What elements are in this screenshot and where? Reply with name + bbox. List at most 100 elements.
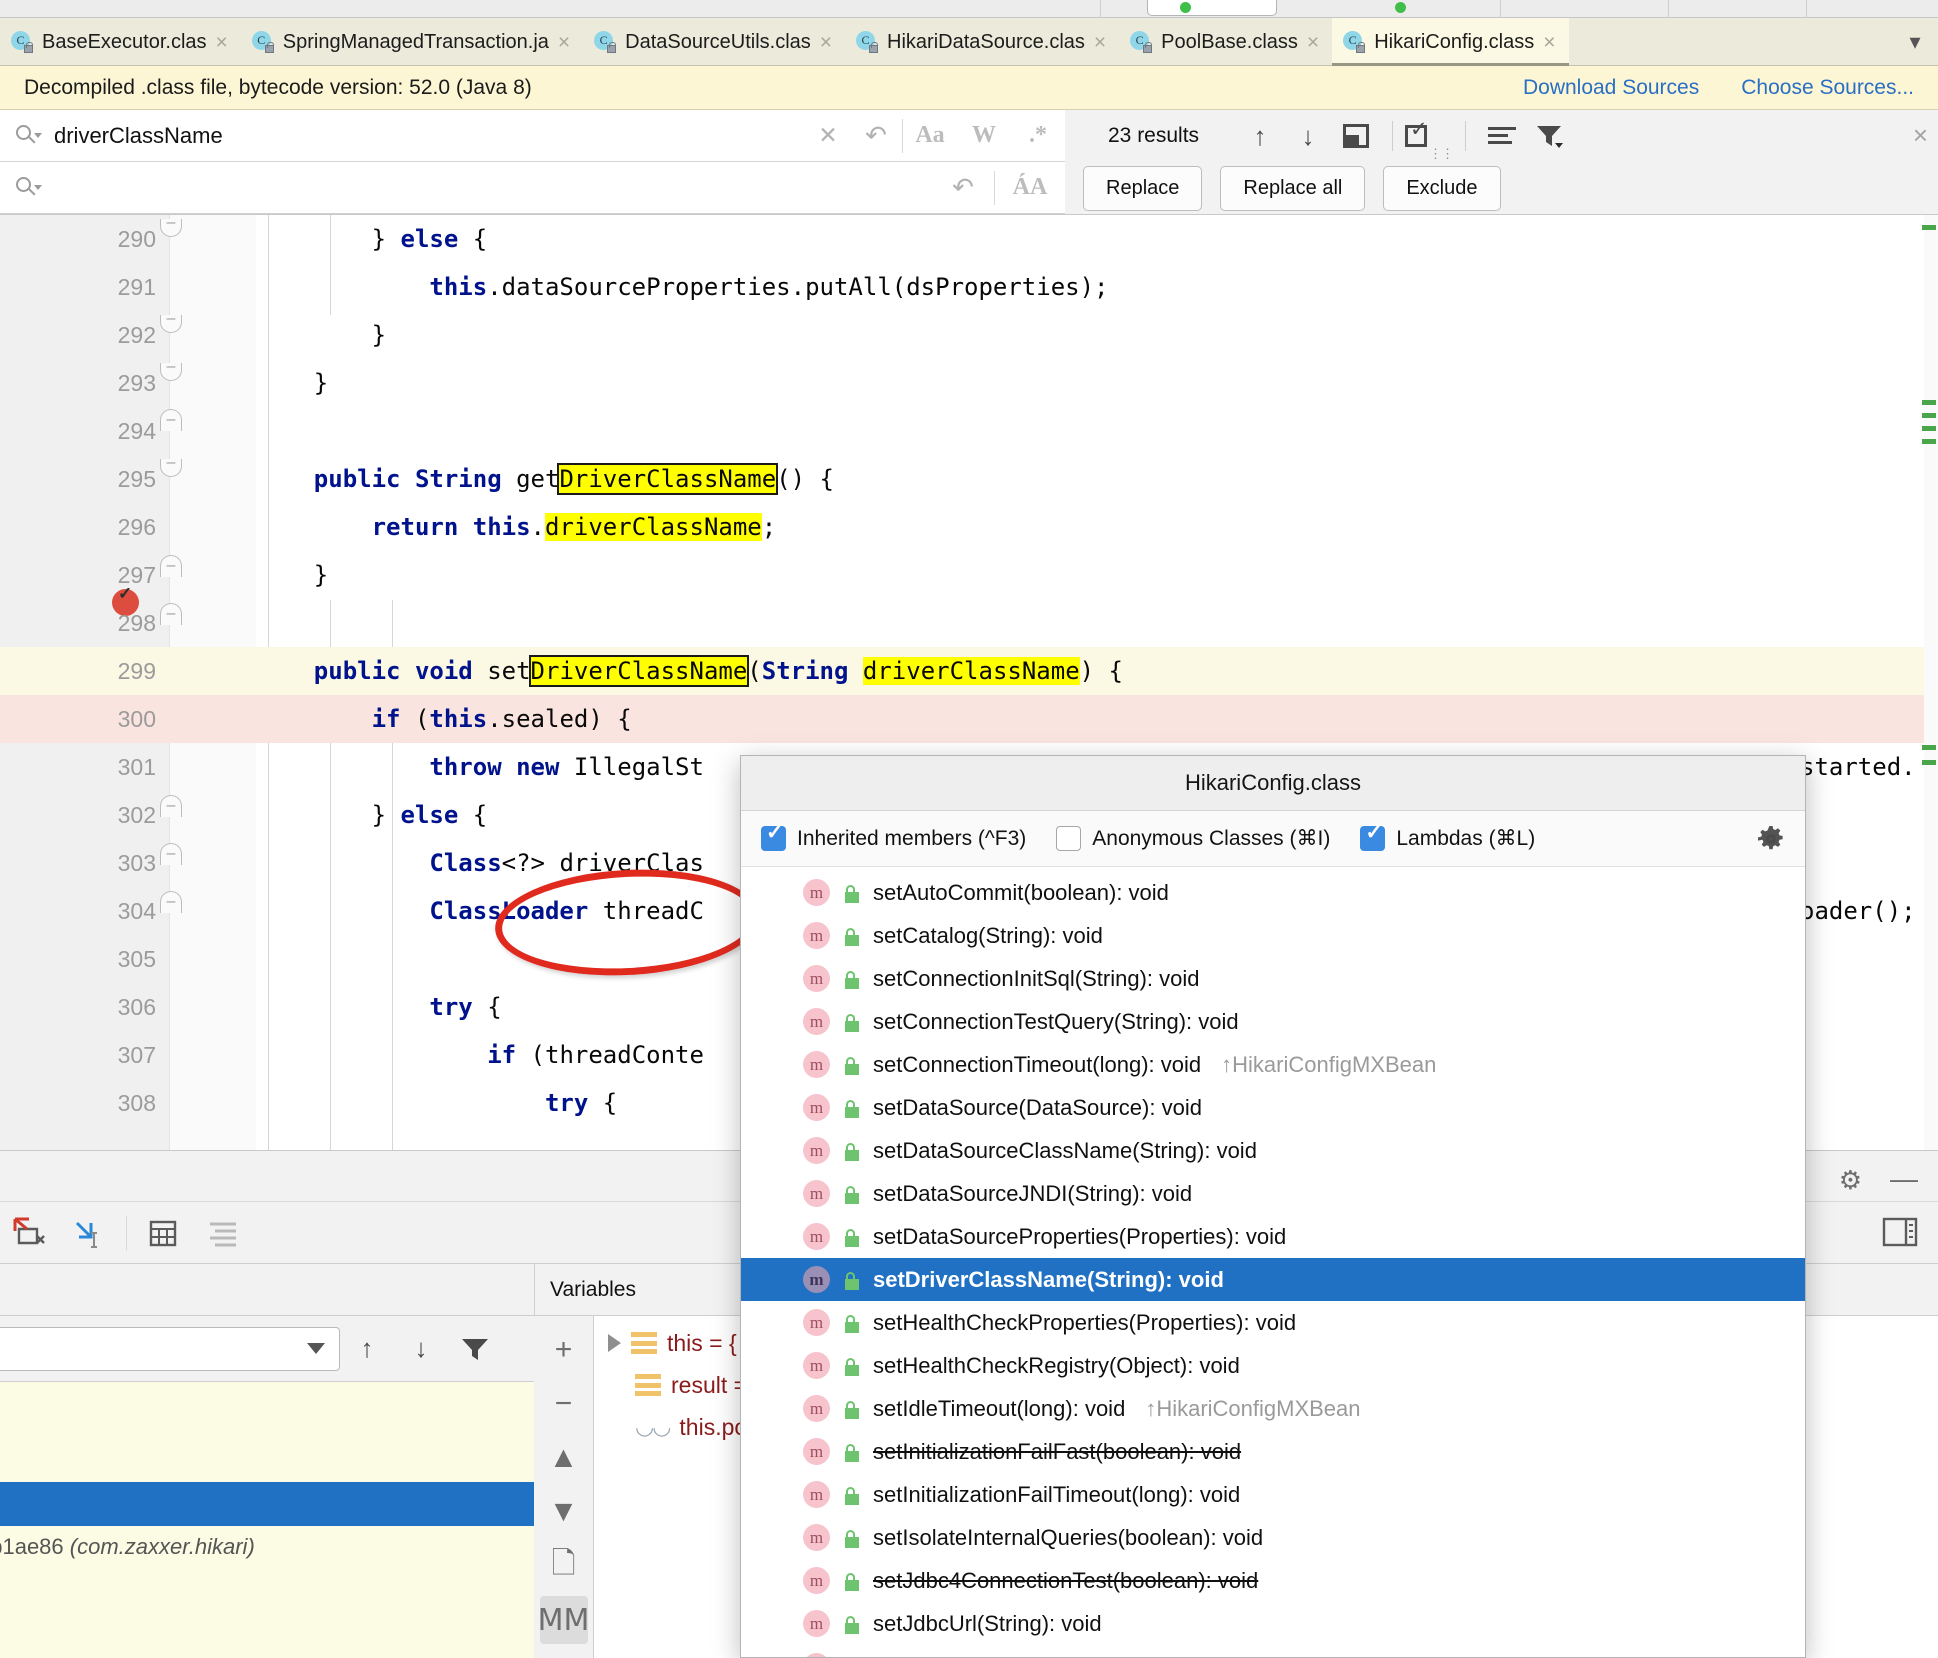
evaluate-expression-icon[interactable] xyxy=(60,1202,120,1264)
frames-list[interactable]: eb1ae86 (com.zaxxer.hikari) ) xyxy=(0,1382,534,1658)
tab-variables[interactable]: Variables xyxy=(534,1264,652,1316)
method-list-item[interactable]: m setDriverClassName(String): void xyxy=(741,1258,1805,1301)
method-list-item[interactable]: m setIsolateInternalQueries(boolean): voi… xyxy=(741,1516,1805,1559)
close-icon[interactable]: × xyxy=(558,32,570,53)
editor-tab-hikariconfig[interactable]: C HikariConfig.class × xyxy=(1332,18,1569,66)
replace-history-icon[interactable]: ↶ xyxy=(932,162,994,214)
editor-scrollbar[interactable] xyxy=(1924,215,1938,1150)
method-list-item[interactable]: m setInitializationFailTimeout(long): voi… xyxy=(741,1473,1805,1516)
layout-settings-icon[interactable] xyxy=(1882,1216,1918,1253)
code-line[interactable]: 292 } xyxy=(0,311,1938,359)
match-case-toggle[interactable]: Aa xyxy=(903,110,957,162)
method-list-item[interactable]: m setCatalog(String): void xyxy=(741,914,1805,957)
gear-icon[interactable]: ⚙ xyxy=(1839,1165,1862,1196)
up-icon[interactable]: ▲ xyxy=(540,1434,588,1482)
editor-tab-datasourceutils[interactable]: C DataSourceUtils.clas × xyxy=(583,18,845,66)
checkbox-lambdas[interactable]: Lambdas (⌘L) xyxy=(1360,822,1535,851)
variable-row-result[interactable]: result = xyxy=(635,1364,747,1406)
close-icon[interactable]: × xyxy=(1094,32,1106,53)
choose-sources-link[interactable]: Choose Sources... xyxy=(1741,76,1914,100)
code-line[interactable]: 294 xyxy=(0,407,1938,455)
open-in-window-icon[interactable] xyxy=(1332,110,1380,162)
history-icon[interactable]: ↶ xyxy=(850,110,902,162)
method-list-item[interactable]: m setConnectionTimeout(long): void ↑Hikari… xyxy=(741,1043,1805,1086)
close-icon[interactable]: × xyxy=(820,32,832,53)
method-list[interactable]: m setAutoCommit(boolean): void m setCatalog… xyxy=(741,867,1805,1657)
replace-button[interactable]: Replace xyxy=(1083,166,1203,211)
code-line[interactable]: 298 xyxy=(0,599,1938,647)
whole-words-toggle[interactable]: W xyxy=(957,110,1011,162)
method-list-item[interactable]: m setConnectionInitSql(String): void xyxy=(741,957,1805,1000)
method-list-item[interactable]: m setJdbc4ConnectionTest(boolean): void xyxy=(741,1559,1805,1602)
method-list-item[interactable]: m setHealthCheckProperties(Properties): v… xyxy=(741,1301,1805,1344)
settings-list-icon[interactable] xyxy=(193,1202,253,1264)
method-signature: setDriverClassName(String): void xyxy=(873,1266,1224,1292)
search-input[interactable] xyxy=(44,122,806,149)
editor-tab-springmanagedtransaction[interactable]: C SpringManagedTransaction.ja × xyxy=(241,18,583,66)
code-line[interactable]: 291 this.dataSourceProperties.putAll(dsP… xyxy=(0,263,1938,311)
code-line[interactable]: 297 } xyxy=(0,551,1938,599)
gear-icon[interactable] xyxy=(1757,825,1785,853)
copy-icon[interactable]: 🗋 xyxy=(540,1542,588,1590)
hide-panel-icon[interactable]: — xyxy=(1890,1163,1918,1195)
method-list-item[interactable]: m setLeakDetectionThreshold(long): void ↑H… xyxy=(741,1645,1805,1657)
checkbox-inherited-members[interactable]: Inherited members (^F3) xyxy=(761,822,1026,851)
mute-breakpoints-icon[interactable] xyxy=(0,1202,60,1264)
filter-icon[interactable] xyxy=(448,1316,502,1382)
method-list-item[interactable]: m setDataSourceClassName(String): void xyxy=(741,1129,1805,1172)
replace-input[interactable] xyxy=(44,174,932,201)
minus-icon[interactable]: − xyxy=(540,1380,588,1428)
variable-row-this[interactable]: this = { xyxy=(608,1322,737,1364)
download-sources-link[interactable]: Download Sources xyxy=(1523,76,1699,100)
arrow-up-icon[interactable]: ↑ xyxy=(340,1316,394,1382)
code-line[interactable]: 299 public void setDriverClassName(Strin… xyxy=(0,647,1938,695)
watches-icon[interactable]: ⅯⅯ xyxy=(538,1596,589,1644)
chevron-down-icon[interactable]: ▾ xyxy=(1892,18,1938,65)
method-list-item[interactable]: m setIdleTimeout(long): void ↑HikariConfig… xyxy=(741,1387,1805,1430)
method-list-item[interactable]: m setDataSourceJNDI(String): void xyxy=(741,1172,1805,1215)
toolbar-divider xyxy=(1100,0,1101,18)
editor-tab-hikaridatasource[interactable]: C HikariDataSource.clas × xyxy=(845,18,1119,66)
replace-icon[interactable] xyxy=(14,176,44,200)
regex-toggle[interactable]: .* xyxy=(1011,110,1065,162)
method-list-item[interactable]: m setDataSource(DataSource): void xyxy=(741,1086,1805,1129)
code-line[interactable]: 296 return this.driverClassName; xyxy=(0,503,1938,551)
close-icon[interactable]: × xyxy=(1307,32,1319,53)
sort-icon[interactable] xyxy=(1478,110,1526,162)
clear-search-icon[interactable]: ✕ xyxy=(806,110,850,162)
run-config-pill[interactable] xyxy=(1147,0,1277,16)
file-structure-popup[interactable]: HikariConfig.class Inherited members (^F… xyxy=(740,755,1806,1658)
variable-row-watch[interactable]: ◡◡ this.po xyxy=(635,1406,747,1448)
exclude-button[interactable]: Exclude xyxy=(1383,166,1501,211)
close-icon[interactable]: × xyxy=(216,32,228,53)
method-list-item[interactable]: m setHealthCheckRegistry(Object): void xyxy=(741,1344,1805,1387)
code-line[interactable]: 300 if (this.sealed) { xyxy=(0,695,1938,743)
arrow-down-icon[interactable]: ↓ xyxy=(1284,110,1332,162)
checkbox-anonymous-classes[interactable]: Anonymous Classes (⌘I) xyxy=(1056,826,1330,851)
method-list-item[interactable]: m setInitializationFailFast(boolean): voi… xyxy=(741,1430,1805,1473)
close-find-panel-icon[interactable]: × xyxy=(1913,120,1928,151)
expand-arrow-icon[interactable] xyxy=(608,1334,621,1352)
method-list-item[interactable]: m setAutoCommit(boolean): void xyxy=(741,871,1805,914)
replace-all-button[interactable]: Replace all xyxy=(1220,166,1366,211)
show-values-inline-icon[interactable] xyxy=(133,1202,193,1264)
method-list-item[interactable]: m setDataSourceProperties(Properties): vo… xyxy=(741,1215,1805,1258)
editor-tab-baseexecutor[interactable]: C BaseExecutor.clas × xyxy=(0,18,241,66)
preserve-case-toggle[interactable]: ÁA xyxy=(995,162,1065,214)
code-line[interactable]: 295 public String getDriverClassName() { xyxy=(0,455,1938,503)
toggle-selection-icon[interactable]: ⋮⋮ xyxy=(1405,110,1454,162)
frame-selected-row[interactable] xyxy=(0,1482,534,1526)
filter-icon[interactable] xyxy=(1526,110,1574,162)
method-list-item[interactable]: m setConnectionTestQuery(String): void xyxy=(741,1000,1805,1043)
code-line[interactable]: 293 } xyxy=(0,359,1938,407)
down-icon[interactable]: ▼ xyxy=(540,1488,588,1536)
plus-icon[interactable]: + xyxy=(540,1326,588,1374)
arrow-up-icon[interactable]: ↑ xyxy=(1236,110,1284,162)
search-icon[interactable] xyxy=(14,124,44,148)
arrow-down-icon[interactable]: ↓ xyxy=(394,1316,448,1382)
close-icon[interactable]: × xyxy=(1543,32,1555,53)
method-list-item[interactable]: m setJdbcUrl(String): void xyxy=(741,1602,1805,1645)
code-line[interactable]: 290 } else { xyxy=(0,215,1938,263)
thread-selector[interactable] xyxy=(0,1326,340,1371)
editor-tab-poolbase[interactable]: C PoolBase.class × xyxy=(1119,18,1332,66)
